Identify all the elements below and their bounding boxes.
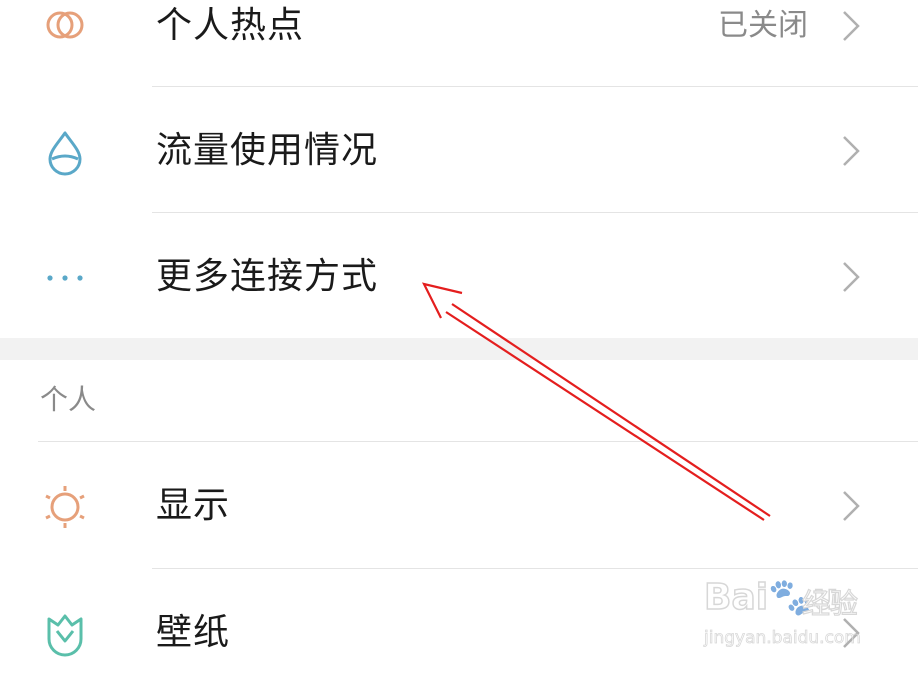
hotspot-rings-icon <box>40 0 90 50</box>
data-usage-label: 流量使用情况 <box>156 130 379 171</box>
hotspot-label: 个人热点 <box>156 5 305 46</box>
tulip-icon <box>40 609 90 659</box>
more-connections-label: 更多连接方式 <box>156 256 379 297</box>
watermark-url: jingyan.baidu.com <box>704 628 862 649</box>
chevron-right-icon <box>843 262 860 292</box>
settings-item-more-connections[interactable]: 更多连接方式 <box>0 213 918 338</box>
settings-item-display[interactable]: 显示 <box>0 442 918 568</box>
chevron-right-icon <box>843 136 860 166</box>
wallpaper-label: 壁纸 <box>156 612 231 653</box>
water-drop-icon <box>40 127 90 177</box>
settings-item-data-usage[interactable]: 流量使用情况 <box>0 87 918 212</box>
sun-icon <box>40 482 90 532</box>
settings-item-hotspot[interactable]: 个人热点 已关闭 <box>0 0 918 86</box>
display-label: 显示 <box>156 485 231 526</box>
more-dots-icon <box>40 253 90 303</box>
section-header-personal: 个人 <box>40 383 97 416</box>
section-separator <box>0 338 918 360</box>
chevron-right-icon <box>843 11 860 41</box>
hotspot-status: 已关闭 <box>718 8 808 43</box>
chevron-right-icon <box>843 491 860 521</box>
baidu-watermark: Bai🐾u 经验 jingyan.baidu.com <box>700 576 880 656</box>
watermark-sub: 经验 <box>801 586 859 620</box>
